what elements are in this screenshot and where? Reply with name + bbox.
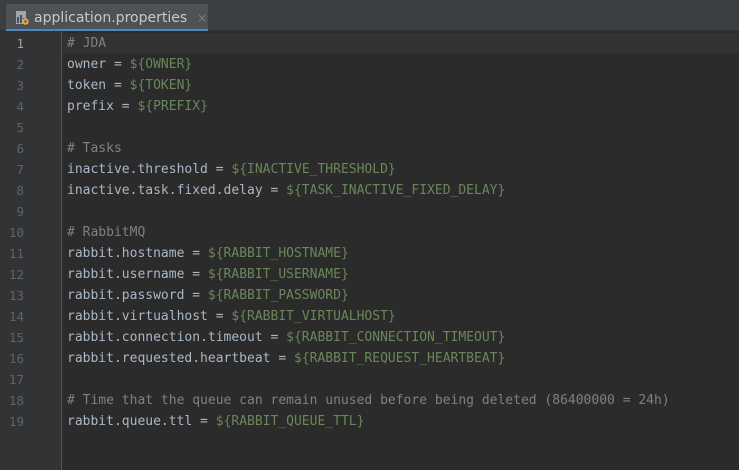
property-key: inactive.threshold = (67, 162, 232, 177)
line-number: 1 (16, 36, 24, 51)
code-line[interactable]: # RabbitMQ (62, 222, 145, 243)
property-value: ${INACTIVE_THRESHOLD} (231, 162, 396, 177)
code-line[interactable] (62, 201, 67, 222)
property-value: ${PREFIX} (137, 99, 208, 114)
line-number: 10 (8, 225, 24, 240)
property-value: ${TASK_INACTIVE_FIXED_DELAY} (286, 183, 506, 198)
line-number: 4 (16, 99, 24, 114)
code-line-content: rabbit.queue.ttl = ${RABBIT_QUEUE_TTL} (62, 414, 364, 429)
property-value: ${RABBIT_VIRTUALHOST} (231, 309, 396, 324)
code-line[interactable]: # JDA (62, 33, 106, 54)
code-line[interactable]: rabbit.requested.heartbeat = ${RABBIT_RE… (62, 348, 505, 369)
code-line[interactable] (62, 369, 67, 390)
properties-file-icon (15, 10, 29, 26)
editor-tab-bar: application.properties × (0, 0, 739, 32)
code-line[interactable]: prefix = ${PREFIX} (62, 96, 208, 117)
property-value: ${RABBIT_USERNAME} (207, 267, 349, 282)
code-line-content: # Tasks (62, 141, 122, 156)
property-key: owner = (67, 57, 130, 72)
line-number: 7 (16, 162, 24, 177)
property-key: prefix = (67, 99, 138, 114)
code-line[interactable]: inactive.task.fixed.delay = ${TASK_INACT… (62, 180, 505, 201)
comment-text: # Time that the queue can remain unused … (67, 393, 670, 408)
code-line-content (62, 372, 67, 387)
line-number: 18 (8, 393, 24, 408)
comment-text: # RabbitMQ (67, 225, 146, 240)
code-line-content: owner = ${OWNER} (62, 57, 192, 72)
property-key: rabbit.password = (67, 288, 208, 303)
code-line-content: # JDA (62, 36, 106, 51)
code-line[interactable]: # Tasks (62, 138, 122, 159)
code-line-content: rabbit.requested.heartbeat = ${RABBIT_RE… (62, 351, 505, 366)
close-tab-icon[interactable]: × (197, 11, 207, 25)
code-line[interactable]: rabbit.virtualhost = ${RABBIT_VIRTUALHOS… (62, 306, 396, 327)
property-key: rabbit.connection.timeout = (67, 330, 287, 345)
code-line-content: # Time that the queue can remain unused … (62, 393, 670, 408)
line-number: 16 (8, 351, 24, 366)
comment-text: # Tasks (67, 141, 122, 156)
code-line[interactable] (62, 117, 67, 138)
code-line[interactable]: token = ${TOKEN} (62, 75, 192, 96)
line-number: 19 (8, 414, 24, 429)
property-key: rabbit.queue.ttl = (67, 414, 216, 429)
code-line-content: prefix = ${PREFIX} (62, 99, 208, 114)
line-number: 12 (8, 267, 24, 282)
property-key: rabbit.username = (67, 267, 208, 282)
code-line[interactable]: rabbit.connection.timeout = ${RABBIT_CON… (62, 327, 505, 348)
code-line[interactable]: rabbit.username = ${RABBIT_USERNAME} (62, 264, 349, 285)
code-line[interactable]: owner = ${OWNER} (62, 54, 192, 75)
code-line-content: inactive.threshold = ${INACTIVE_THRESHOL… (62, 162, 396, 177)
code-line-content: rabbit.password = ${RABBIT_PASSWORD} (62, 288, 349, 303)
property-value: ${RABBIT_HOSTNAME} (207, 246, 349, 261)
line-number: 5 (16, 120, 24, 135)
line-number: 9 (16, 204, 24, 219)
property-value: ${TOKEN} (129, 78, 193, 93)
code-line-content: # RabbitMQ (62, 225, 145, 240)
property-value: ${OWNER} (129, 57, 193, 72)
code-area[interactable]: # JDA owner = ${OWNER} token = ${TOKEN} pre… (62, 31, 739, 470)
code-line-content: token = ${TOKEN} (62, 78, 192, 93)
code-line[interactable]: # Time that the queue can remain unused … (62, 390, 670, 411)
line-number: 15 (8, 330, 24, 345)
code-line-content (62, 204, 67, 219)
code-line-content: rabbit.connection.timeout = ${RABBIT_CON… (62, 330, 505, 345)
code-line[interactable]: rabbit.hostname = ${RABBIT_HOSTNAME} (62, 243, 349, 264)
line-number: 13 (8, 288, 24, 303)
property-value: ${RABBIT_REQUEST_HEARTBEAT} (293, 351, 506, 366)
line-number: 2 (16, 57, 24, 72)
line-number: 17 (8, 372, 24, 387)
current-line-highlight (62, 33, 739, 54)
code-line-content: rabbit.hostname = ${RABBIT_HOSTNAME} (62, 246, 349, 261)
code-line[interactable]: rabbit.password = ${RABBIT_PASSWORD} (62, 285, 349, 306)
property-value: ${RABBIT_QUEUE_TTL} (215, 414, 365, 429)
code-line-content: rabbit.username = ${RABBIT_USERNAME} (62, 267, 349, 282)
tab-application-properties[interactable]: application.properties × (6, 4, 208, 32)
line-number-gutter: 1 2 3 4 5 6 7 8 9 10 11 12 13 14 15 16 17 18 19 (0, 31, 62, 470)
code-line[interactable]: rabbit.queue.ttl = ${RABBIT_QUEUE_TTL} (62, 411, 364, 432)
property-key: rabbit.hostname = (67, 246, 208, 261)
property-key: rabbit.requested.heartbeat = (67, 351, 294, 366)
tab-title: application.properties (34, 9, 188, 26)
property-key: rabbit.virtualhost = (67, 309, 232, 324)
code-line-content: rabbit.virtualhost = ${RABBIT_VIRTUALHOS… (62, 309, 396, 324)
code-line[interactable]: inactive.threshold = ${INACTIVE_THRESHOL… (62, 159, 396, 180)
line-number: 3 (16, 78, 24, 93)
property-value: ${RABBIT_PASSWORD} (207, 288, 349, 303)
code-line-content (62, 120, 67, 135)
code-line-content: inactive.task.fixed.delay = ${TASK_INACT… (62, 183, 505, 198)
line-number: 6 (16, 141, 24, 156)
ide-window: application.properties × 1 2 3 4 5 6 7 8 9 10 11 12… (0, 0, 739, 470)
comment-text: # JDA (67, 36, 107, 51)
line-number: 8 (16, 183, 24, 198)
line-number: 14 (8, 309, 24, 324)
code-editor[interactable]: 1 2 3 4 5 6 7 8 9 10 11 12 13 14 15 16 17 18 19 # JDA owner… (0, 31, 739, 470)
property-key: token = (67, 78, 130, 93)
property-key: inactive.task.fixed.delay = (67, 183, 287, 198)
line-number: 11 (8, 246, 24, 261)
property-value: ${RABBIT_CONNECTION_TIMEOUT} (286, 330, 506, 345)
